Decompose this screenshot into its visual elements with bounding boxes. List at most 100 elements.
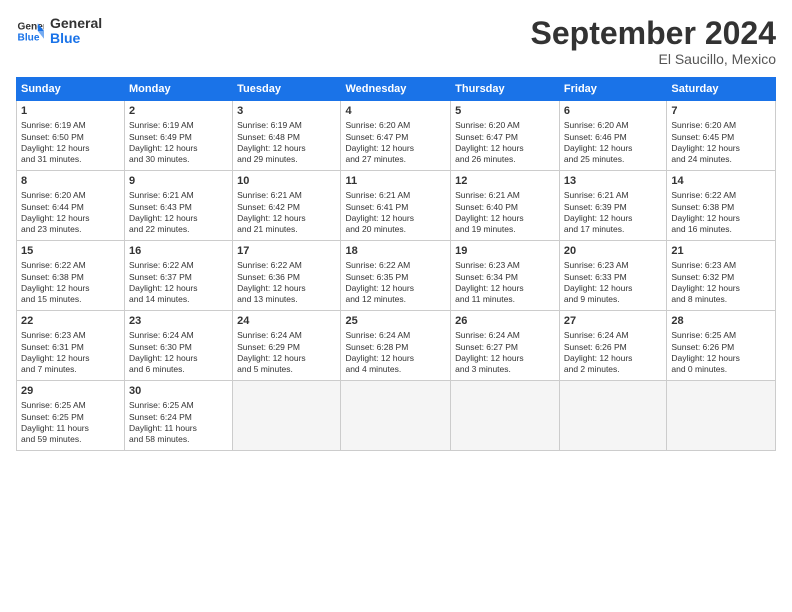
day-detail: Sunrise: 6:24 AM Sunset: 6:30 PM Dayligh…	[129, 330, 228, 376]
day-detail: Sunrise: 6:25 AM Sunset: 6:24 PM Dayligh…	[129, 400, 228, 446]
calendar-cell	[559, 381, 666, 451]
calendar-table: Sunday Monday Tuesday Wednesday Thursday…	[16, 77, 776, 451]
calendar-cell: 26Sunrise: 6:24 AM Sunset: 6:27 PM Dayli…	[451, 311, 560, 381]
day-detail: Sunrise: 6:20 AM Sunset: 6:46 PM Dayligh…	[564, 120, 662, 166]
calendar-cell: 20Sunrise: 6:23 AM Sunset: 6:33 PM Dayli…	[559, 241, 666, 311]
calendar-cell: 11Sunrise: 6:21 AM Sunset: 6:41 PM Dayli…	[341, 171, 451, 241]
day-number: 17	[237, 244, 336, 259]
day-detail: Sunrise: 6:24 AM Sunset: 6:29 PM Dayligh…	[237, 330, 336, 376]
logo: General Blue General Blue	[16, 16, 102, 47]
day-number: 13	[564, 174, 662, 189]
calendar-cell: 14Sunrise: 6:22 AM Sunset: 6:38 PM Dayli…	[667, 171, 776, 241]
calendar-cell: 13Sunrise: 6:21 AM Sunset: 6:39 PM Dayli…	[559, 171, 666, 241]
calendar-cell: 29Sunrise: 6:25 AM Sunset: 6:25 PM Dayli…	[17, 381, 125, 451]
calendar-cell	[667, 381, 776, 451]
calendar-cell: 16Sunrise: 6:22 AM Sunset: 6:37 PM Dayli…	[125, 241, 233, 311]
day-detail: Sunrise: 6:22 AM Sunset: 6:35 PM Dayligh…	[345, 260, 446, 306]
calendar-row-4: 22Sunrise: 6:23 AM Sunset: 6:31 PM Dayli…	[17, 311, 776, 381]
day-detail: Sunrise: 6:20 AM Sunset: 6:45 PM Dayligh…	[671, 120, 771, 166]
day-number: 3	[237, 104, 336, 119]
col-saturday: Saturday	[667, 78, 776, 101]
day-detail: Sunrise: 6:24 AM Sunset: 6:28 PM Dayligh…	[345, 330, 446, 376]
day-number: 12	[455, 174, 555, 189]
calendar-cell: 7Sunrise: 6:20 AM Sunset: 6:45 PM Daylig…	[667, 101, 776, 171]
day-detail: Sunrise: 6:23 AM Sunset: 6:31 PM Dayligh…	[21, 330, 120, 376]
day-number: 21	[671, 244, 771, 259]
col-sunday: Sunday	[17, 78, 125, 101]
title-block: September 2024 El Saucillo, Mexico	[531, 16, 776, 67]
day-detail: Sunrise: 6:20 AM Sunset: 6:47 PM Dayligh…	[345, 120, 446, 166]
calendar-cell: 6Sunrise: 6:20 AM Sunset: 6:46 PM Daylig…	[559, 101, 666, 171]
day-number: 1	[21, 104, 120, 119]
calendar-row-1: 1Sunrise: 6:19 AM Sunset: 6:50 PM Daylig…	[17, 101, 776, 171]
day-detail: Sunrise: 6:19 AM Sunset: 6:49 PM Dayligh…	[129, 120, 228, 166]
day-number: 5	[455, 104, 555, 119]
day-number: 30	[129, 384, 228, 399]
calendar-cell: 15Sunrise: 6:22 AM Sunset: 6:38 PM Dayli…	[17, 241, 125, 311]
svg-text:Blue: Blue	[18, 33, 40, 44]
col-wednesday: Wednesday	[341, 78, 451, 101]
day-number: 26	[455, 314, 555, 329]
calendar-cell: 24Sunrise: 6:24 AM Sunset: 6:29 PM Dayli…	[233, 311, 341, 381]
calendar-cell	[233, 381, 341, 451]
day-number: 27	[564, 314, 662, 329]
col-thursday: Thursday	[451, 78, 560, 101]
day-detail: Sunrise: 6:19 AM Sunset: 6:48 PM Dayligh…	[237, 120, 336, 166]
calendar-cell: 4Sunrise: 6:20 AM Sunset: 6:47 PM Daylig…	[341, 101, 451, 171]
calendar-row-3: 15Sunrise: 6:22 AM Sunset: 6:38 PM Dayli…	[17, 241, 776, 311]
calendar-cell: 19Sunrise: 6:23 AM Sunset: 6:34 PM Dayli…	[451, 241, 560, 311]
day-number: 19	[455, 244, 555, 259]
day-number: 14	[671, 174, 771, 189]
calendar-subtitle: El Saucillo, Mexico	[531, 51, 776, 67]
day-number: 10	[237, 174, 336, 189]
header: General Blue General Blue September 2024…	[16, 16, 776, 67]
day-detail: Sunrise: 6:21 AM Sunset: 6:43 PM Dayligh…	[129, 190, 228, 236]
calendar-row-5: 29Sunrise: 6:25 AM Sunset: 6:25 PM Dayli…	[17, 381, 776, 451]
day-detail: Sunrise: 6:25 AM Sunset: 6:25 PM Dayligh…	[21, 400, 120, 446]
day-detail: Sunrise: 6:21 AM Sunset: 6:39 PM Dayligh…	[564, 190, 662, 236]
header-row: Sunday Monday Tuesday Wednesday Thursday…	[17, 78, 776, 101]
col-monday: Monday	[125, 78, 233, 101]
day-detail: Sunrise: 6:21 AM Sunset: 6:41 PM Dayligh…	[345, 190, 446, 236]
calendar-cell: 22Sunrise: 6:23 AM Sunset: 6:31 PM Dayli…	[17, 311, 125, 381]
day-number: 29	[21, 384, 120, 399]
day-detail: Sunrise: 6:23 AM Sunset: 6:33 PM Dayligh…	[564, 260, 662, 306]
day-detail: Sunrise: 6:20 AM Sunset: 6:44 PM Dayligh…	[21, 190, 120, 236]
calendar-cell: 25Sunrise: 6:24 AM Sunset: 6:28 PM Dayli…	[341, 311, 451, 381]
calendar-cell: 8Sunrise: 6:20 AM Sunset: 6:44 PM Daylig…	[17, 171, 125, 241]
day-detail: Sunrise: 6:25 AM Sunset: 6:26 PM Dayligh…	[671, 330, 771, 376]
day-number: 8	[21, 174, 120, 189]
day-number: 23	[129, 314, 228, 329]
day-number: 7	[671, 104, 771, 119]
calendar-cell	[341, 381, 451, 451]
calendar-cell: 18Sunrise: 6:22 AM Sunset: 6:35 PM Dayli…	[341, 241, 451, 311]
calendar-cell: 2Sunrise: 6:19 AM Sunset: 6:49 PM Daylig…	[125, 101, 233, 171]
day-detail: Sunrise: 6:24 AM Sunset: 6:27 PM Dayligh…	[455, 330, 555, 376]
calendar-cell: 27Sunrise: 6:24 AM Sunset: 6:26 PM Dayli…	[559, 311, 666, 381]
day-detail: Sunrise: 6:22 AM Sunset: 6:37 PM Dayligh…	[129, 260, 228, 306]
col-tuesday: Tuesday	[233, 78, 341, 101]
calendar-cell: 21Sunrise: 6:23 AM Sunset: 6:32 PM Dayli…	[667, 241, 776, 311]
calendar-cell: 3Sunrise: 6:19 AM Sunset: 6:48 PM Daylig…	[233, 101, 341, 171]
calendar-cell: 17Sunrise: 6:22 AM Sunset: 6:36 PM Dayli…	[233, 241, 341, 311]
day-detail: Sunrise: 6:21 AM Sunset: 6:40 PM Dayligh…	[455, 190, 555, 236]
calendar-title: September 2024	[531, 16, 776, 51]
day-number: 15	[21, 244, 120, 259]
col-friday: Friday	[559, 78, 666, 101]
calendar-cell	[451, 381, 560, 451]
calendar-cell: 5Sunrise: 6:20 AM Sunset: 6:47 PM Daylig…	[451, 101, 560, 171]
day-detail: Sunrise: 6:20 AM Sunset: 6:47 PM Dayligh…	[455, 120, 555, 166]
day-number: 24	[237, 314, 336, 329]
day-detail: Sunrise: 6:22 AM Sunset: 6:36 PM Dayligh…	[237, 260, 336, 306]
calendar-page: General Blue General Blue September 2024…	[0, 0, 792, 612]
day-detail: Sunrise: 6:24 AM Sunset: 6:26 PM Dayligh…	[564, 330, 662, 376]
calendar-cell: 12Sunrise: 6:21 AM Sunset: 6:40 PM Dayli…	[451, 171, 560, 241]
calendar-row-2: 8Sunrise: 6:20 AM Sunset: 6:44 PM Daylig…	[17, 171, 776, 241]
day-number: 6	[564, 104, 662, 119]
day-number: 11	[345, 174, 446, 189]
calendar-cell: 28Sunrise: 6:25 AM Sunset: 6:26 PM Dayli…	[667, 311, 776, 381]
day-detail: Sunrise: 6:22 AM Sunset: 6:38 PM Dayligh…	[21, 260, 120, 306]
calendar-cell: 9Sunrise: 6:21 AM Sunset: 6:43 PM Daylig…	[125, 171, 233, 241]
day-detail: Sunrise: 6:23 AM Sunset: 6:32 PM Dayligh…	[671, 260, 771, 306]
logo-line2: Blue	[50, 31, 102, 46]
